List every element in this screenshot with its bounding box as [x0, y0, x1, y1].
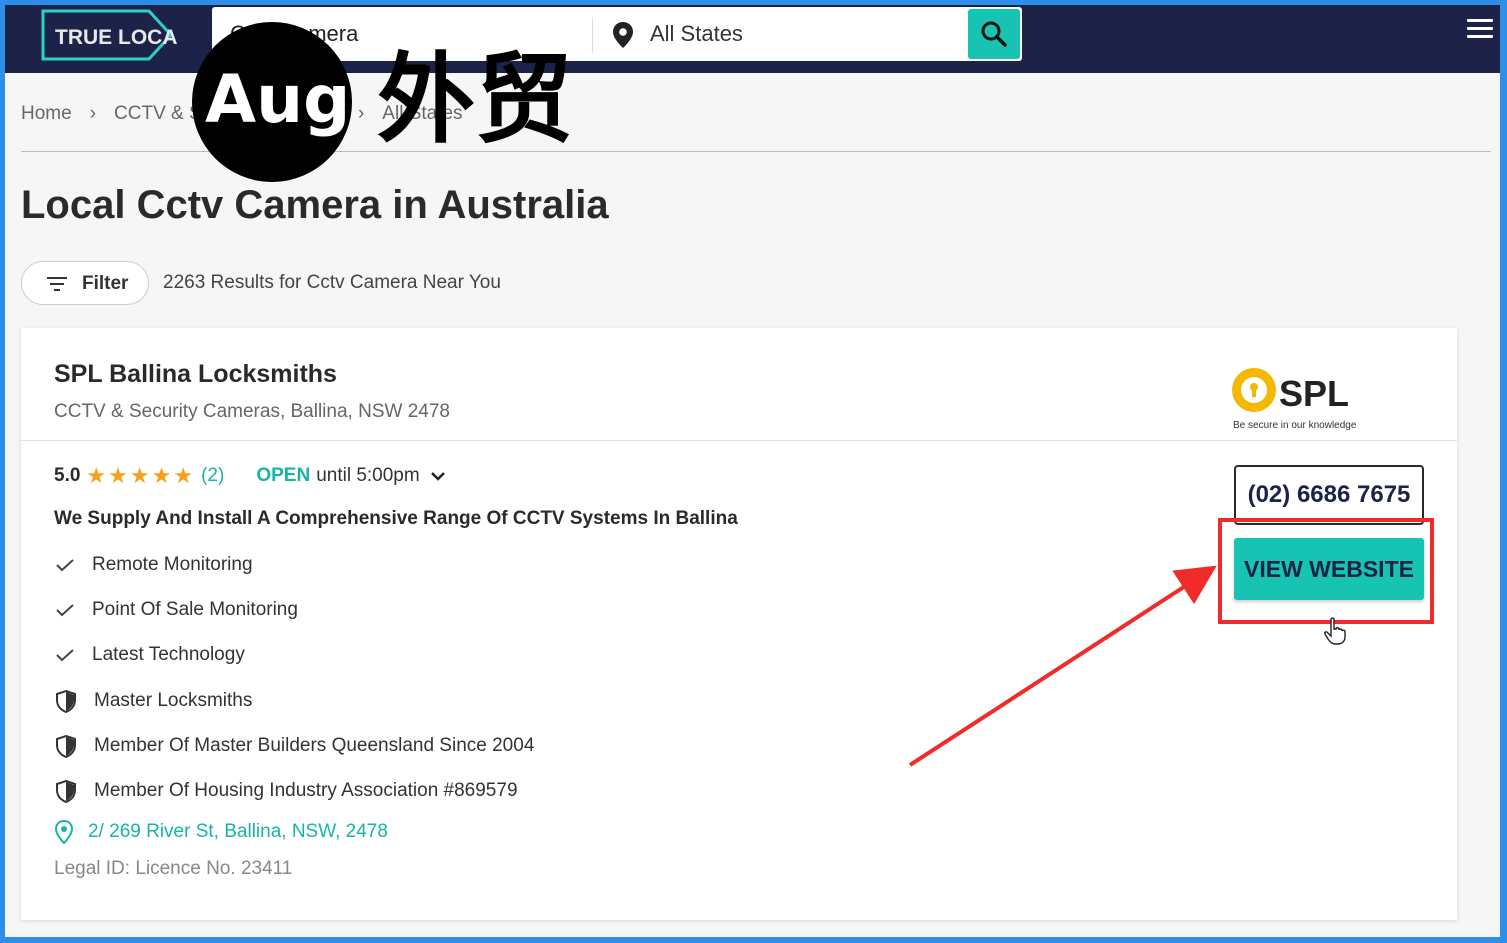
watermark-circle-text: Aug: [205, 61, 351, 138]
watermark-text: 外贸: [377, 43, 574, 157]
browser-frame: TRUE LOCAL Cctv Camera All States Home›C…: [5, 5, 1500, 937]
